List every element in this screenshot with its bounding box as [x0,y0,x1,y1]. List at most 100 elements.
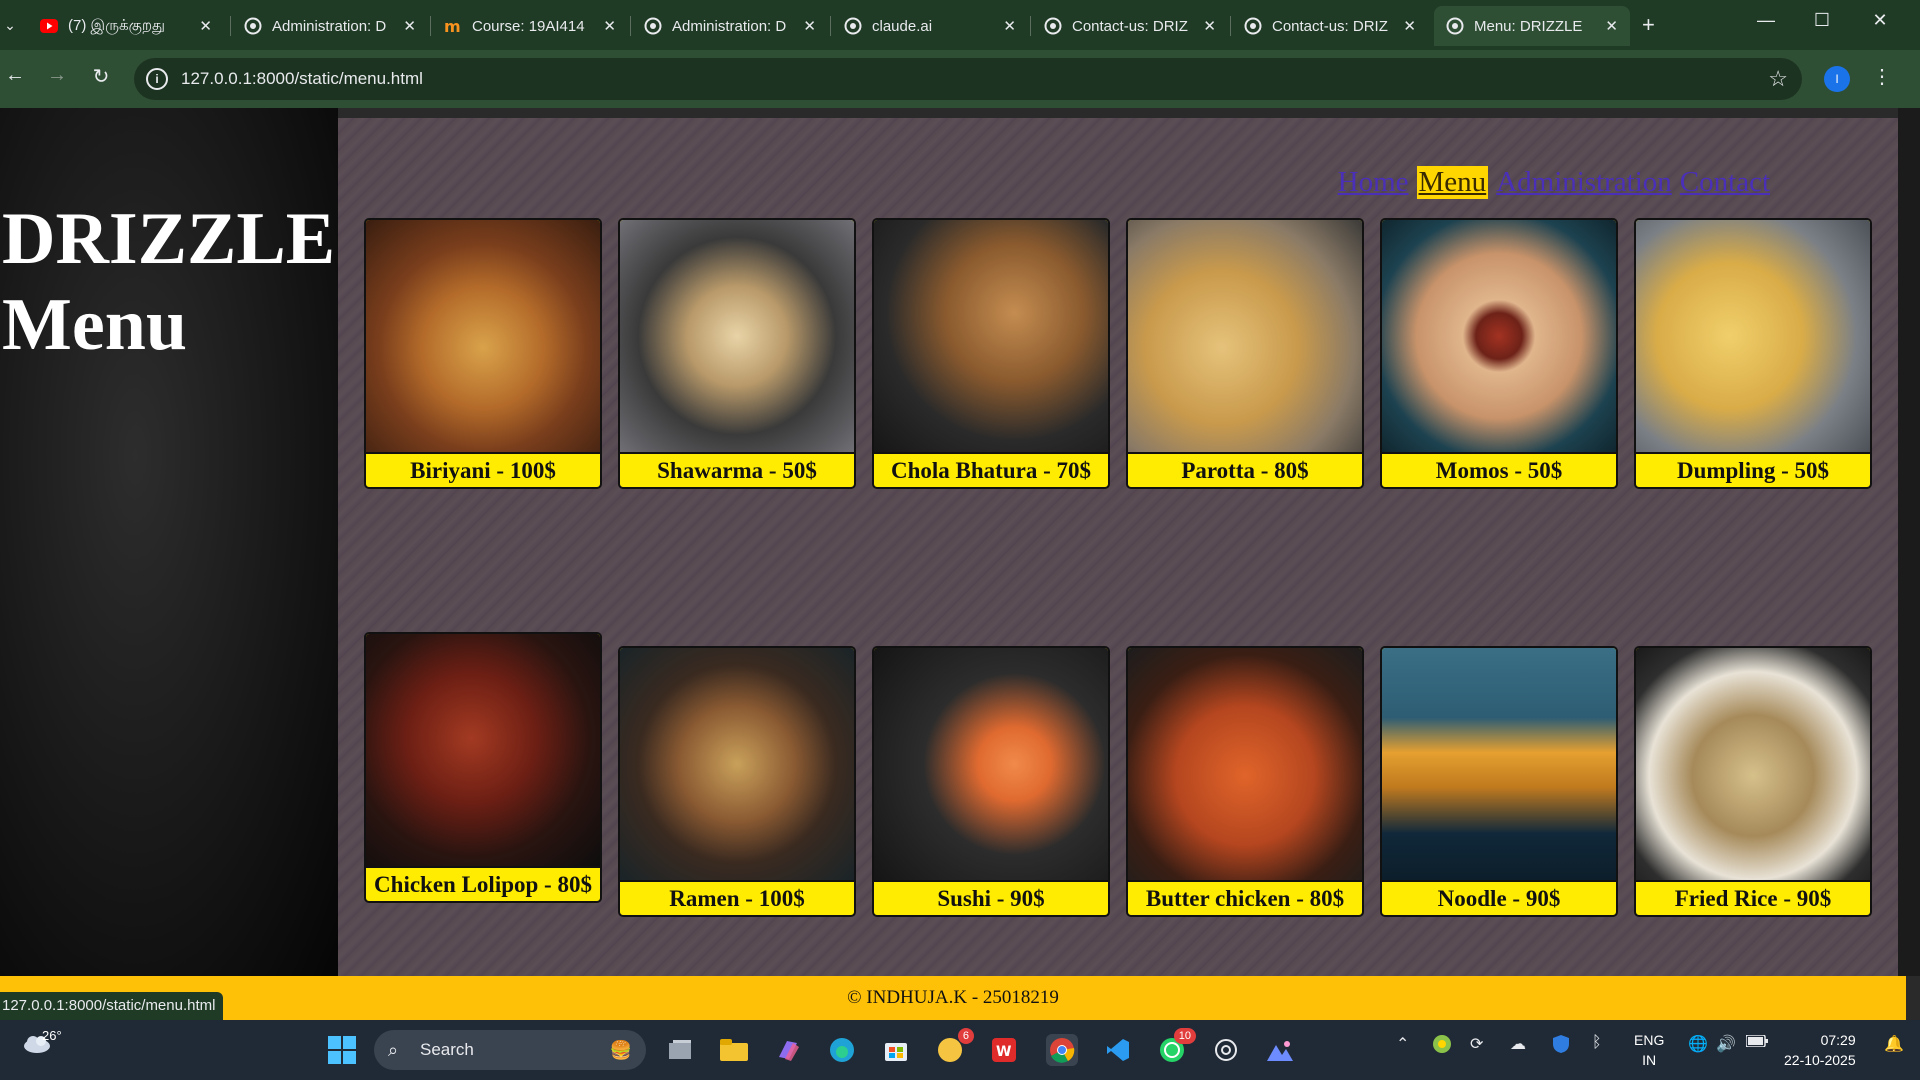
menu-card-sushi[interactable]: Sushi - 90$ [872,646,1110,917]
menu-card-fried-rice[interactable]: Fried Rice - 90$ [1634,646,1872,917]
volume-icon[interactable]: 🔊 [1716,1034,1736,1054]
whatsapp-icon[interactable]: 10 [1156,1028,1196,1066]
profile-avatar[interactable]: I [1824,66,1850,92]
parotta-photo [1128,220,1362,454]
forward-icon[interactable]: → [42,64,72,87]
menu-card-label: Ramen - 100$ [669,886,805,911]
close-tab-icon[interactable]: ✕ [1003,17,1016,35]
tab-administration-1[interactable]: Administration: D ✕ [232,6,428,46]
nav-home-link[interactable]: Home [1338,166,1409,199]
close-tab-icon[interactable]: ✕ [1203,17,1216,35]
menu-card-dumpling[interactable]: Dumpling - 50$ [1634,218,1872,489]
menu-card-label: Biriyani - 100$ [410,458,556,483]
nav-menu-link[interactable]: Menu [1416,166,1489,199]
close-tab-icon[interactable]: ✕ [1605,17,1618,35]
fried-rice-photo [1636,648,1870,882]
url-text[interactable]: 127.0.0.1:8000/static/menu.html [181,69,423,89]
nav-contact-link[interactable]: Contact [1680,166,1770,199]
search-highlight-food-icon: 🍔 [609,1040,632,1060]
left-panel: DRIZZLE Menu [0,108,338,976]
microsoft-store-icon[interactable] [880,1034,912,1066]
taskbar-search-box[interactable]: ⌕ Search 🍔 [374,1030,646,1070]
tray-app-icon[interactable] [1432,1034,1452,1059]
site-nav: Home Menu Administration Contact [1338,166,1770,199]
page-footer: © INDHUJA.K - 25018219 [0,976,1906,1020]
tab-course[interactable]: m Course: 19AI414 ✕ [432,6,628,46]
menu-card-biriyani[interactable]: Biriyani - 100$ [364,218,602,489]
bluetooth-icon[interactable]: ᛒ [1592,1034,1602,1052]
dumpling-photo [1636,220,1870,454]
task-view-icon[interactable] [664,1034,696,1066]
menu-card-ramen[interactable]: Ramen - 100$ [618,646,856,917]
weather-widget[interactable]: 26° [22,1028,62,1057]
minimize-icon[interactable]: — [1746,10,1786,31]
svg-text:W: W [996,1044,1011,1060]
menu-card-label: Dumpling - 50$ [1676,458,1830,483]
new-tab-icon[interactable]: + [1642,12,1655,38]
close-window-icon[interactable]: ✕ [1860,10,1900,31]
reload-icon[interactable]: ↻ [86,64,116,89]
cloud-off-icon[interactable]: ☁ [1510,1034,1526,1054]
menu-card-momos[interactable]: Momos - 50$ [1380,218,1618,489]
chatgpt-icon[interactable] [1210,1034,1242,1066]
close-tab-icon[interactable]: ✕ [199,17,212,35]
menu-card-butter-chicken[interactable]: Butter chicken - 80$ [1126,646,1364,917]
menu-card-label: Chicken Lolipop - 80$ [374,872,592,897]
tab-contact-1[interactable]: Contact-us: DRIZ ✕ [1032,6,1228,46]
wps-office-icon[interactable]: W [988,1034,1020,1066]
clock-date: 22-10-2025 [1784,1052,1856,1068]
address-bar[interactable]: i 127.0.0.1:8000/static/menu.html ☆ [134,58,1802,100]
maximize-icon[interactable]: ☐ [1802,10,1842,31]
weather-temp: 26° [42,1028,62,1043]
close-tab-icon[interactable]: ✕ [403,17,416,35]
menu-card-label: Butter chicken - 80$ [1145,886,1345,911]
chicken-lolipop-photo [366,634,600,868]
ramen-photo [620,648,854,882]
windows-start-icon[interactable] [326,1034,358,1066]
edge-icon[interactable] [826,1034,858,1066]
language-code: ENG [1634,1032,1665,1048]
chrome-icon[interactable] [1046,1034,1078,1066]
tab-contact-2[interactable]: Contact-us: DRIZ ✕ [1232,6,1428,46]
globe-icon [244,17,262,35]
region-code: IN [1642,1052,1657,1068]
page-scrollbar[interactable] [1898,108,1920,976]
menu-card-chola-bhatura[interactable]: Chola Bhatura - 70$ [872,218,1110,489]
back-icon[interactable]: ← [0,64,30,87]
menu-card-label: Chola Bhatura - 70$ [891,458,1091,483]
network-globe-icon[interactable]: 🌐 [1688,1034,1708,1054]
globe-icon [644,17,662,35]
close-tab-icon[interactable]: ✕ [803,17,816,35]
menu-card-label: Sushi - 90$ [937,886,1045,911]
tab-administration-2[interactable]: Administration: D ✕ [632,6,828,46]
nav-administration-link[interactable]: Administration [1496,166,1672,199]
tab-search-chevron-icon[interactable]: ⌄ [0,12,20,38]
tab-youtube[interactable]: (7) இருக்குறது ✕ [28,6,224,46]
defender-shield-icon[interactable] [1552,1034,1570,1059]
tab-menu-active[interactable]: Menu: DRIZZLE ✕ [1434,6,1630,46]
search-icon: ⌕ [388,1040,399,1060]
site-info-icon[interactable]: i [146,68,168,90]
taskbar-clock[interactable]: 07:29 22-10-2025 [1784,1030,1856,1070]
menu-card-noodle[interactable]: Noodle - 90$ [1380,646,1618,917]
copilot-icon[interactable] [772,1034,804,1066]
notification-bell-icon[interactable]: 🔔 [1884,1034,1904,1054]
close-tab-icon[interactable]: ✕ [603,17,616,35]
tab-claude[interactable]: claude.ai ✕ [832,6,1028,46]
battery-icon[interactable] [1745,1034,1768,1052]
file-explorer-icon[interactable] [718,1034,750,1066]
noodle-photo [1382,648,1616,882]
bookmark-star-icon[interactable]: ☆ [1768,66,1788,92]
menu-card-chicken-lolipop[interactable]: Chicken Lolipop - 80$ [364,632,602,903]
show-hidden-icons-chevron[interactable]: ⌃ [1396,1034,1409,1054]
sync-icon[interactable]: ⟳ [1470,1034,1483,1054]
notification-app-icon[interactable]: 6 [934,1028,974,1066]
notification-badge: 6 [957,1028,974,1044]
more-menu-icon[interactable]: ⋮ [1872,64,1892,89]
menu-card-shawarma[interactable]: Shawarma - 50$ [618,218,856,489]
vscode-icon[interactable] [1102,1034,1134,1066]
photos-app-icon[interactable] [1264,1034,1296,1066]
language-indicator[interactable]: ENG IN [1634,1030,1664,1070]
close-tab-icon[interactable]: ✕ [1403,17,1416,35]
menu-card-parotta[interactable]: Parotta - 80$ [1126,218,1364,489]
